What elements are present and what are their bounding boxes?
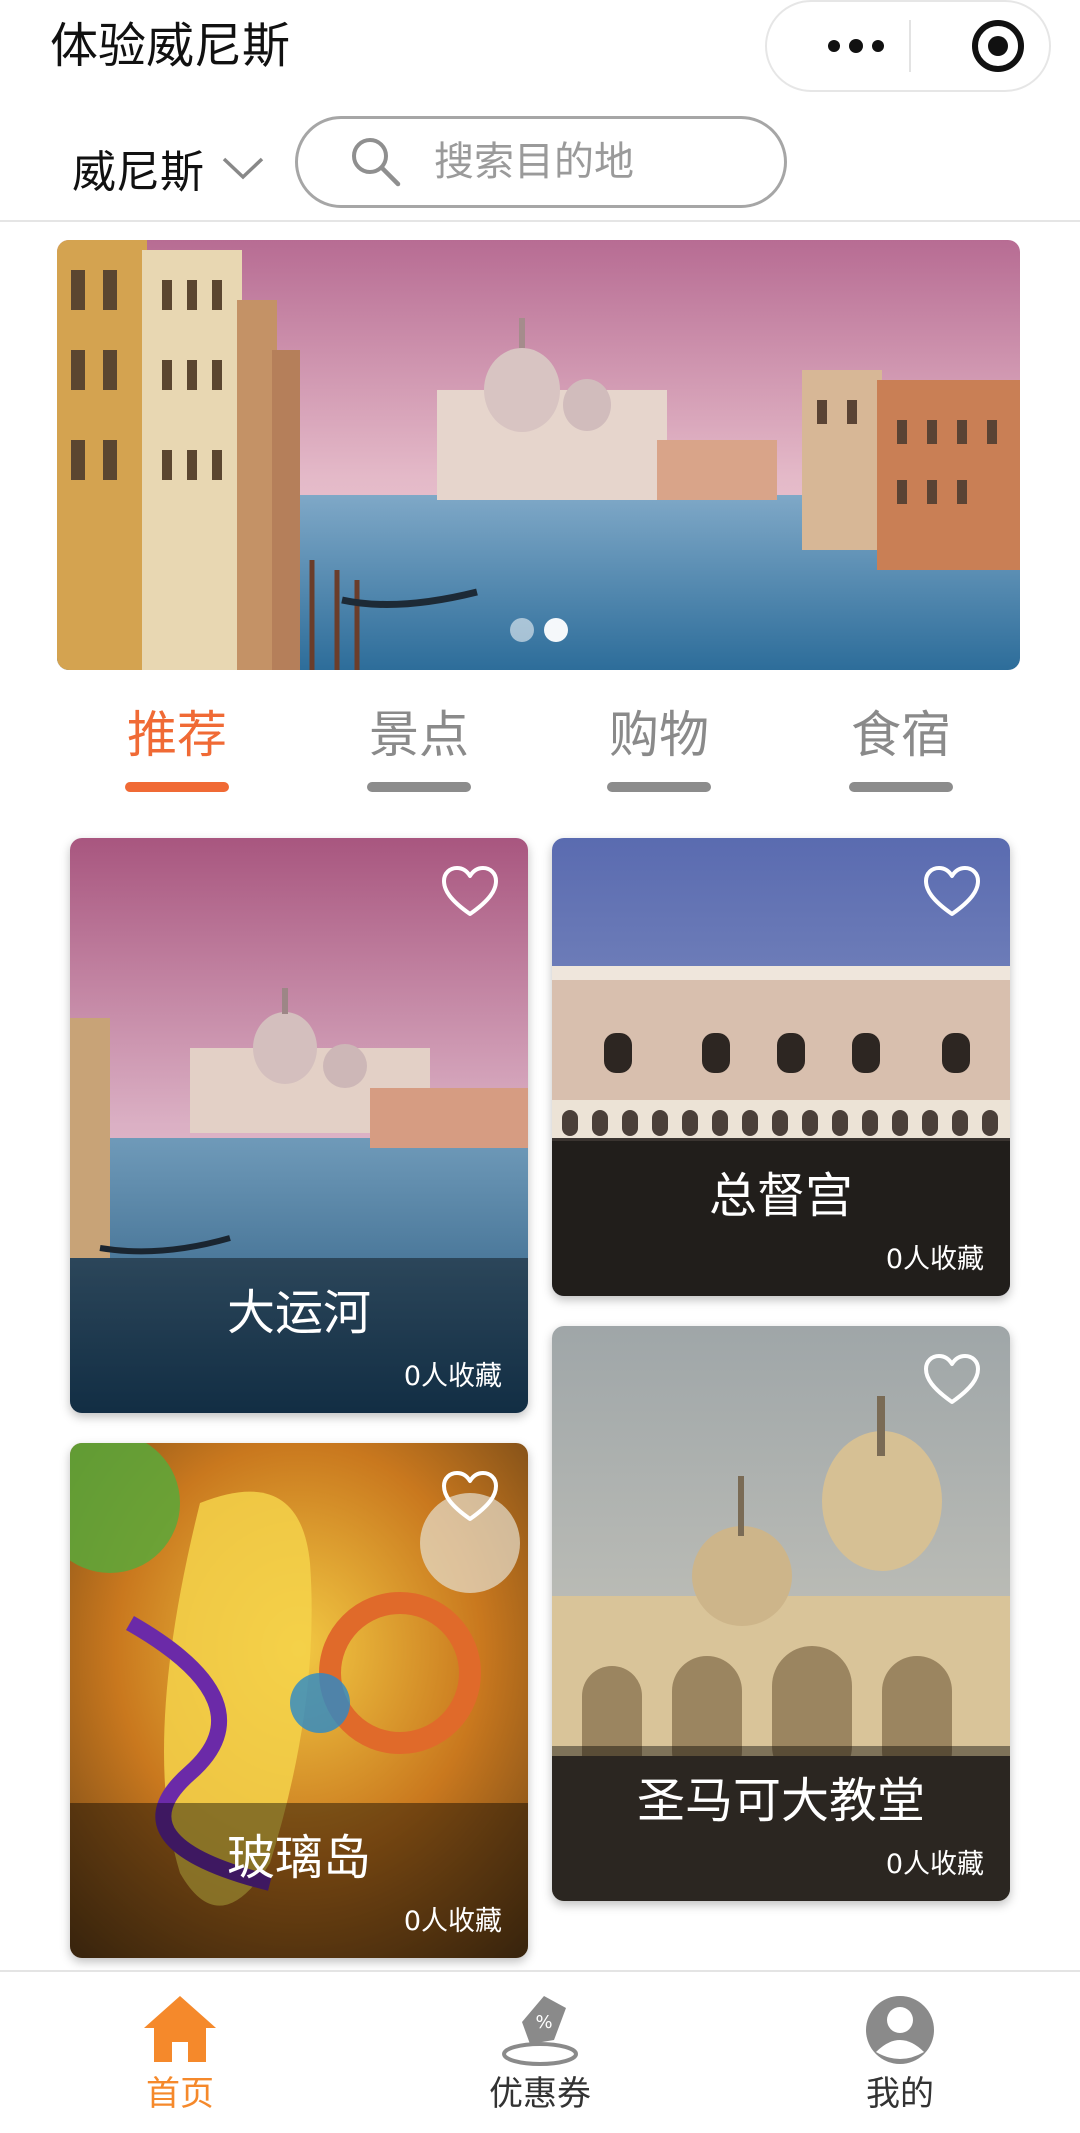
favorite-heart-icon[interactable] — [440, 1467, 500, 1527]
chevron-down-icon — [222, 157, 264, 180]
city-selector[interactable]: 威尼斯 — [72, 136, 266, 200]
mini-program-capsule — [765, 0, 1051, 92]
nav-home[interactable]: 首页 — [90, 1990, 270, 2116]
place-card-glass-island[interactable]: 玻璃岛 0人收藏 — [70, 1443, 528, 1958]
favorite-count: 0人收藏 — [885, 1849, 984, 1880]
tab-underline — [125, 782, 229, 792]
tab-attractions[interactable]: 景点 — [354, 700, 484, 792]
tab-underline — [607, 782, 711, 792]
tab-recommend[interactable]: 推荐 — [112, 700, 242, 792]
tab-label: 食宿 — [851, 706, 951, 764]
profile-icon — [866, 1996, 934, 2064]
favorite-count: 0人收藏 — [403, 1361, 502, 1392]
carousel-indicators — [57, 618, 1020, 642]
search-input[interactable] — [432, 138, 756, 186]
tab-food-lodging[interactable]: 食宿 — [836, 700, 966, 792]
title-bar: 体验威尼斯 — [0, 0, 1080, 100]
close-mini-program-button[interactable] — [953, 2, 1043, 90]
search-icon — [352, 138, 401, 187]
card-title: 总督宫 — [708, 1168, 853, 1224]
coupon-icon: % — [502, 1996, 578, 2066]
search-row: 威尼斯 — [0, 110, 1080, 222]
search-box[interactable] — [295, 116, 787, 208]
banner-image-grand-canal — [57, 240, 1020, 670]
tab-label: 景点 — [369, 706, 469, 764]
place-card-st-marks-basilica[interactable]: 圣马可大教堂 0人收藏 — [552, 1326, 1010, 1901]
favorite-heart-icon[interactable] — [922, 1350, 982, 1410]
home-icon — [144, 1996, 216, 2062]
favorite-heart-icon[interactable] — [440, 862, 500, 922]
favorite-heart-icon[interactable] — [922, 862, 982, 922]
target-icon — [972, 20, 1024, 72]
more-options-button[interactable] — [811, 2, 901, 90]
bottom-tab-bar: 首页 % 优惠券 我的 — [0, 1970, 1080, 2133]
nav-coupons[interactable]: % 优惠券 — [450, 1990, 630, 2116]
tab-underline — [367, 782, 471, 792]
carousel-dot[interactable] — [509, 618, 534, 642]
favorite-count: 0人收藏 — [403, 1906, 502, 1937]
banner-carousel[interactable] — [57, 240, 1020, 670]
tab-label: 推荐 — [127, 706, 227, 764]
place-card-grand-canal[interactable]: 大运河 0人收藏 — [70, 838, 528, 1413]
city-label: 威尼斯 — [72, 147, 204, 198]
favorite-count: 0人收藏 — [885, 1244, 984, 1275]
tab-shopping[interactable]: 购物 — [594, 700, 724, 792]
place-card-doges-palace[interactable]: 总督宫 0人收藏 — [552, 838, 1010, 1296]
nav-label: 我的 — [866, 2074, 934, 2114]
app-title: 体验威尼斯 — [50, 18, 291, 74]
nav-profile[interactable]: 我的 — [810, 1990, 990, 2116]
more-dots-icon — [828, 39, 884, 53]
card-title: 圣马可大教堂 — [636, 1773, 925, 1829]
card-title: 玻璃岛 — [226, 1830, 371, 1886]
nav-label: 优惠券 — [489, 2074, 591, 2114]
card-title: 大运河 — [226, 1285, 371, 1341]
svg-text:%: % — [535, 2012, 552, 2033]
category-tabs: 推荐 景点 购物 食宿 — [0, 700, 1080, 810]
tab-label: 购物 — [609, 706, 709, 764]
tab-underline — [849, 782, 953, 792]
nav-label: 首页 — [146, 2074, 214, 2114]
capsule-divider — [909, 20, 911, 72]
carousel-dot-active[interactable] — [543, 618, 568, 642]
